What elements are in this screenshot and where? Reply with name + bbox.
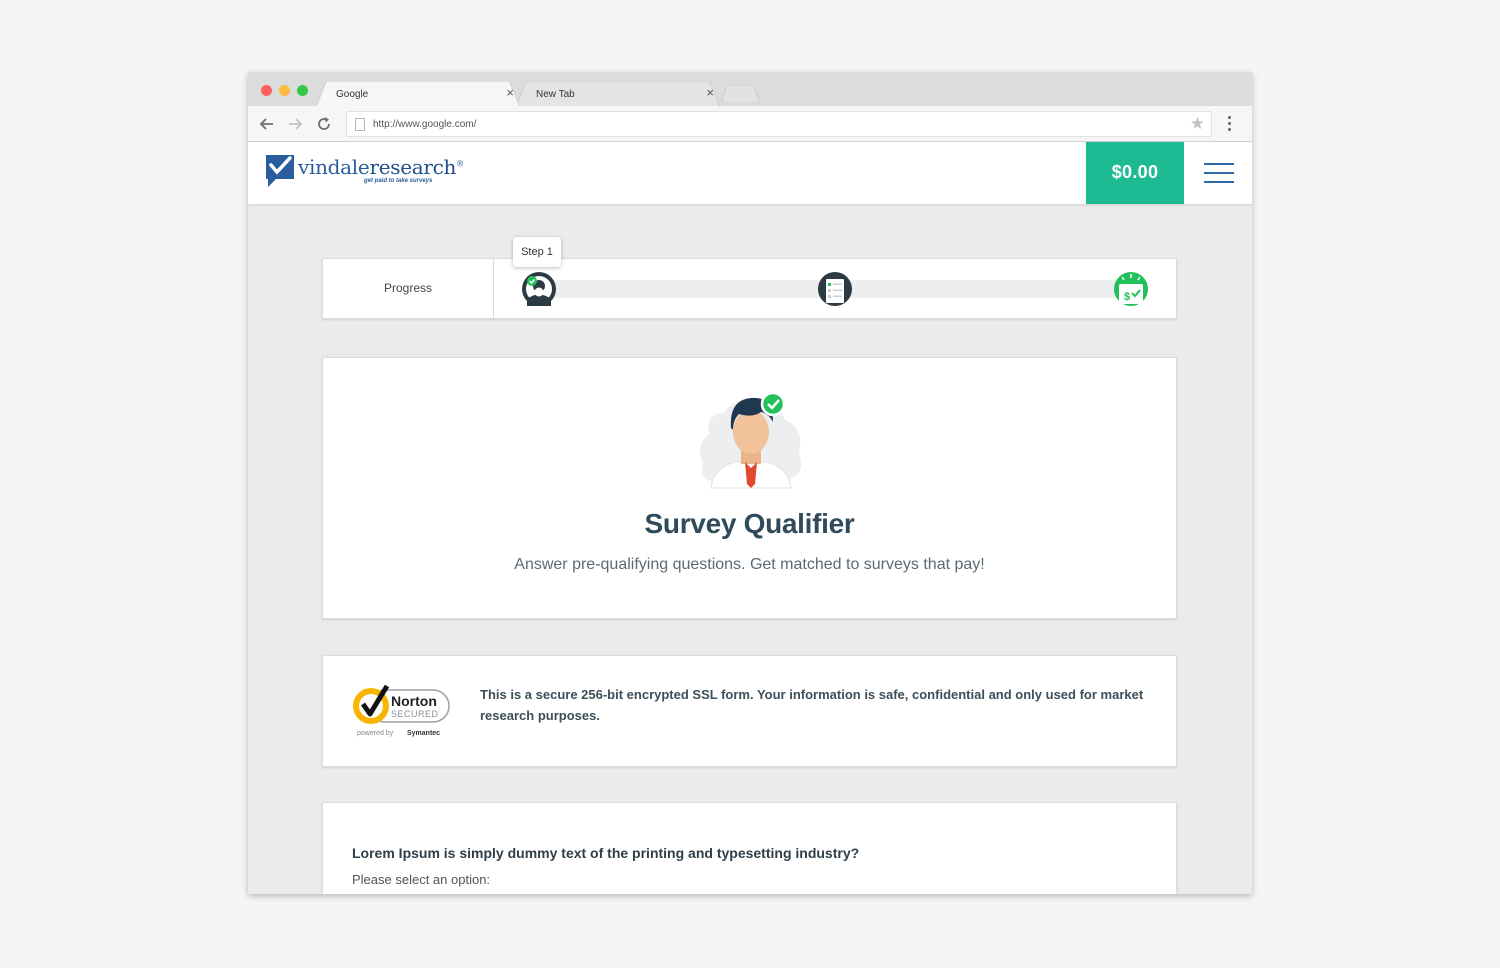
tab-title: New Tab [536, 89, 575, 100]
maximize-window-button[interactable] [297, 85, 308, 96]
question-text: Lorem Ipsum is simply dummy text of the … [352, 845, 860, 861]
svg-text:$: $ [1124, 291, 1130, 303]
logo-check-icon [266, 155, 294, 187]
tab-strip: New Tab × Google × [248, 72, 1252, 107]
profile-step-icon[interactable] [521, 271, 557, 307]
forward-arrow-icon[interactable] [286, 115, 304, 133]
reload-icon-svg [318, 117, 330, 130]
bookmark-star-icon[interactable]: ★ [1190, 115, 1205, 133]
person-avatar-icon [700, 391, 802, 489]
survey-step-icon[interactable] [817, 271, 853, 307]
vindale-logo[interactable]: vindaleresearch® get paid to take survey… [264, 153, 464, 193]
page-subtitle: Answer pre-qualifying questions. Get mat… [514, 556, 985, 573]
tab-close-icon[interactable]: × [706, 86, 714, 99]
survey-qualifier-card: Survey Qualifier Answer pre-qualifying q… [322, 357, 1177, 619]
security-notice: This is a secure 256-bit encrypted SSL f… [480, 687, 1144, 723]
back-arrow-icon-svg [259, 118, 273, 130]
logo-registered: ® [456, 159, 464, 169]
browser-menu-icon[interactable] [1228, 115, 1232, 133]
security-card: Norton SECURED powered by Symantec This … [322, 655, 1177, 767]
norton-secured-text: SECURED [391, 709, 439, 719]
site-header: vindaleresearch® get paid to take survey… [248, 142, 1252, 204]
progress-card: Progress $ [322, 258, 1177, 319]
norton-brand-text: Norton [391, 693, 437, 709]
new-tab-button[interactable] [721, 85, 761, 103]
address-url: http://www.google.com/ [373, 119, 477, 130]
address-bar[interactable]: http://www.google.com/ ★ [346, 111, 1212, 137]
tab-title: Google [336, 89, 369, 100]
reload-icon[interactable] [315, 115, 333, 133]
payout-step-icon[interactable]: $ [1113, 271, 1149, 307]
logo-wordmark: vindaleresearch® [298, 155, 464, 179]
logo-tagline: get paid to take surveys [364, 178, 433, 184]
forward-arrow-icon-svg [289, 118, 303, 130]
question-card: Lorem Ipsum is simply dummy text of the … [322, 802, 1177, 894]
norton-powered-text: powered by [357, 730, 394, 737]
question-hint: Please select an option: [352, 872, 491, 887]
norton-vendor-text: Symantec [407, 730, 440, 737]
logo-word-2: research [369, 155, 457, 179]
page-icon [355, 118, 365, 131]
progress-label: Progress [323, 259, 494, 318]
step-tooltip: Step 1 [513, 237, 561, 267]
balance-button[interactable]: $0.00 [1086, 142, 1184, 204]
logo-word-1: vindale [298, 155, 370, 179]
back-arrow-icon[interactable] [258, 115, 276, 133]
browser-window: New Tab × Google × http://www.google.com… [248, 72, 1252, 894]
hamburger-menu-icon[interactable] [1204, 163, 1234, 183]
page-title: Survey Qualifier [644, 508, 855, 539]
minimize-window-button[interactable] [279, 85, 290, 96]
tab-close-icon[interactable]: × [506, 86, 514, 99]
close-window-button[interactable] [261, 85, 272, 96]
norton-secured-badge: Norton SECURED powered by Symantec [353, 684, 450, 737]
tab-google[interactable]: Google × [316, 81, 520, 107]
tab-new-tab[interactable]: New Tab × [516, 81, 720, 107]
browser-toolbar: http://www.google.com/ ★ [248, 106, 1252, 142]
